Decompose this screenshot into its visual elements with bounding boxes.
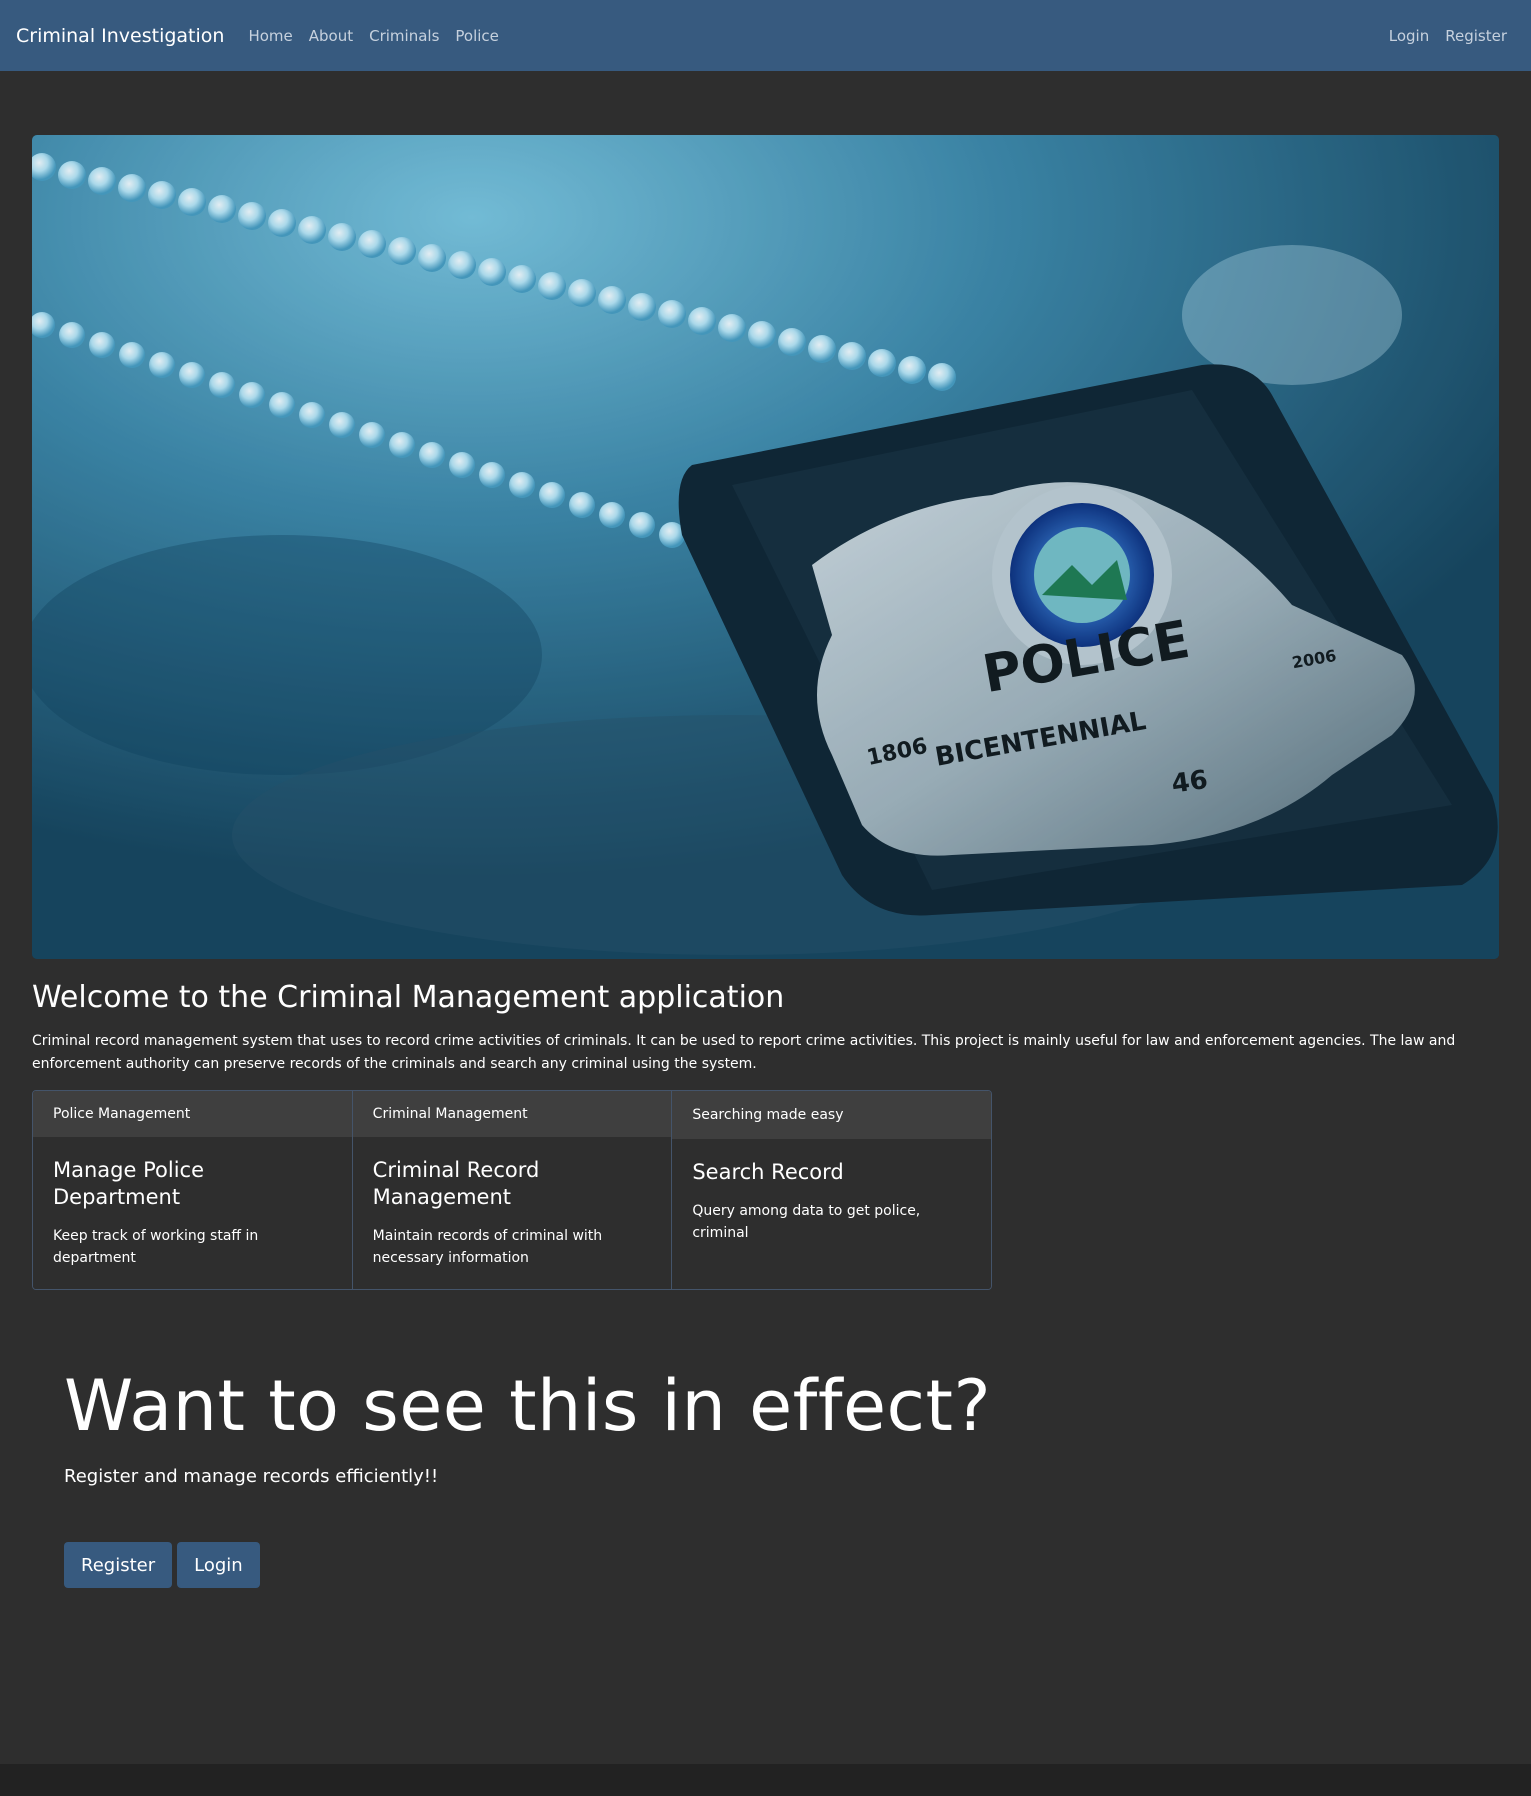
register-button[interactable]: Register	[64, 1542, 173, 1588]
welcome-description: Criminal record management system that u…	[32, 1033, 1456, 1072]
card-body: Manage Police Department Keep track of w…	[33, 1137, 352, 1289]
cta-button-group: Register Login	[64, 1542, 265, 1588]
login-button[interactable]: Login	[177, 1542, 260, 1588]
hero-police-badge-image: POLICE BICENTENNIAL 1806 2006 46	[32, 135, 1499, 959]
police-management-card: Police Management Manage Police Departme…	[33, 1091, 353, 1289]
nav-login-link[interactable]: Login	[1389, 27, 1429, 45]
card-title: Criminal Record Management	[372, 1158, 540, 1209]
feature-card-group: Police Management Manage Police Departme…	[32, 1090, 992, 1290]
search-card: Searching made easy Search Record Query …	[672, 1091, 991, 1289]
cta-subtitle: Register and manage records efficiently!…	[64, 1466, 439, 1487]
card-text: Query among data to get police, criminal	[692, 1203, 921, 1241]
nav-criminals-link[interactable]: Criminals	[369, 27, 439, 45]
card-text: Keep track of working staff in departmen…	[53, 1228, 259, 1266]
card-header: Criminal Management	[352, 1091, 672, 1137]
police-badge-illustration: POLICE BICENTENNIAL 1806 2006 46	[32, 135, 1499, 959]
brand-link[interactable]: Criminal Investigation	[16, 25, 224, 47]
card-body: Criminal Record Management Maintain reco…	[353, 1137, 672, 1289]
nav-home-link[interactable]: Home	[248, 27, 292, 45]
card-title: Search Record	[692, 1160, 844, 1184]
nav-register-link[interactable]: Register	[1445, 27, 1507, 45]
card-title: Manage Police Department	[53, 1158, 204, 1209]
footer	[0, 1764, 1531, 1796]
welcome-title: Welcome to the Criminal Management appli…	[32, 980, 785, 1015]
card-header: Police Management	[33, 1091, 352, 1137]
navbar: Criminal Investigation Home About Crimin…	[0, 0, 1531, 71]
criminal-management-card: Criminal Management Criminal Record Mana…	[352, 1091, 673, 1289]
cta-title: Want to see this in effect?	[64, 1365, 992, 1447]
nav-auth-links: Login Register	[1389, 27, 1515, 45]
page: Criminal Investigation Home About Crimin…	[0, 0, 1531, 1764]
card-body: Search Record Query among data to get po…	[672, 1139, 991, 1264]
card-header: Searching made easy	[672, 1091, 991, 1139]
card-text: Maintain records of criminal with necess…	[372, 1228, 603, 1266]
nav-police-link[interactable]: Police	[455, 27, 499, 45]
nav-about-link[interactable]: About	[309, 27, 353, 45]
